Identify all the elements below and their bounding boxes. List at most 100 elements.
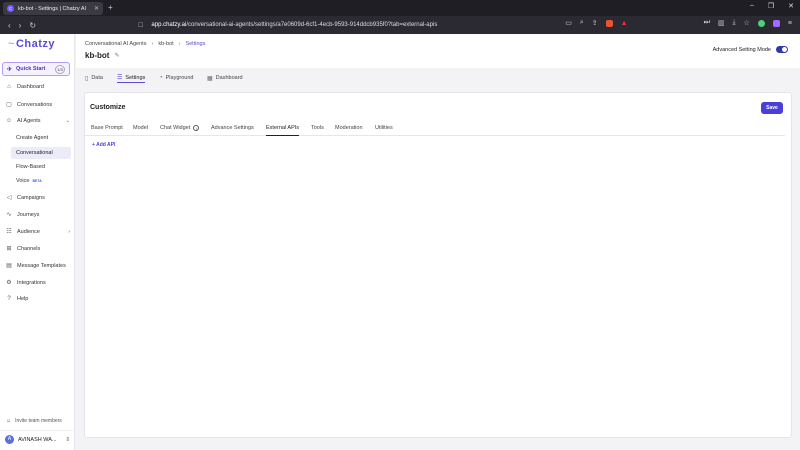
add-api-button[interactable]: + Add API (92, 142, 115, 148)
tab-label: Dashboard (215, 75, 243, 81)
logo-text: Chatzy (15, 38, 55, 50)
route-icon: ∿ (6, 212, 12, 218)
chevron-right-icon: › (68, 228, 70, 235)
close-tab-icon[interactable]: ✕ (94, 5, 99, 12)
url-path: /conversational-ai-agents/settings/a7e06… (186, 22, 438, 28)
sidebar-item-integrations[interactable]: ⚙ Integrations (5, 279, 70, 287)
tab-external-apis[interactable]: External APIs (266, 125, 300, 136)
tab-base-prompt[interactable]: Base Prompt (91, 125, 123, 136)
sidebar-subitem-voice[interactable]: Voice BETA (11, 175, 71, 187)
close-window-icon[interactable]: ✕ (788, 2, 794, 10)
sidebar-item-label: Conversations (17, 101, 53, 108)
sidebar-item-journeys[interactable]: ∿ Journeys (5, 211, 70, 219)
sidebar-subitem-label: Create Agent (16, 135, 49, 141)
breadcrumb-item[interactable]: Conversational AI Agents (85, 41, 146, 47)
sidebar-item-conversations[interactable]: ▢ Conversations (5, 101, 70, 109)
extension-purple-icon[interactable] (772, 19, 780, 27)
tab-utilities[interactable]: Utilities (375, 125, 393, 136)
tab-label: Model (133, 125, 148, 131)
save-button[interactable]: Save (761, 102, 783, 114)
bookmark-icon[interactable]: ☆ (744, 19, 750, 27)
minimize-icon[interactable]: – (750, 2, 754, 10)
info-icon[interactable]: i (193, 125, 200, 131)
rocket-icon: ✈ (7, 66, 13, 73)
page-title: kb-bot ✎ (85, 51, 119, 60)
card-title: Customize (90, 104, 126, 111)
chat-icon: ▢ (6, 102, 12, 108)
menu-icon[interactable]: ≡ (788, 20, 792, 27)
breadcrumb-current: Settings (185, 41, 206, 47)
customize-tabs: Base Prompt Model Chat Widget i Advance S… (85, 123, 785, 136)
sidebar-item-campaigns[interactable]: ◁ Campaigns (5, 194, 70, 202)
sidebar-item-label: Campaigns (17, 194, 45, 201)
download-icon[interactable]: ⤓ (733, 19, 736, 27)
sidebar-subitem-create-agent[interactable]: Create Agent (11, 132, 71, 144)
invite-team-members-link[interactable]: ☺ Invite team members (6, 418, 62, 424)
tab-label: Moderation (335, 125, 363, 131)
beta-badge: BETA (32, 179, 42, 183)
quick-start-button[interactable]: ✈ Quick Start 1/3 (2, 62, 70, 76)
tab-label: Playground (165, 75, 194, 81)
breadcrumb-item[interactable]: kb-bot (158, 41, 173, 47)
users-icon: ☷ (6, 229, 12, 235)
page-info-icon[interactable]: ☐ (138, 22, 143, 29)
advanced-mode-toggle[interactable] (776, 46, 788, 53)
bot-icon: ☺ (5, 118, 13, 124)
sidebar-item-audience[interactable]: ☷ Audience › (5, 228, 70, 236)
address-bar[interactable]: ☐ app.chatzy.ai /conversational-ai-agent… (138, 18, 608, 32)
bot-name: kb-bot (85, 51, 110, 60)
customize-card: Customize Save Base Prompt Model Chat Wi… (84, 92, 792, 438)
tab-dashboard[interactable]: ▦ Dashboard (207, 73, 243, 83)
sidebar-subitem-flow-based[interactable]: Flow-Based (11, 161, 71, 173)
reader-view-icon[interactable]: ▭ (565, 19, 572, 27)
extension-icon[interactable] (605, 19, 613, 27)
megaphone-icon: ◁ (6, 195, 12, 201)
tab-label: Data (91, 75, 103, 81)
database-icon: ▯ (85, 75, 89, 82)
tab-chat-widget[interactable]: Chat Widget i (160, 125, 200, 136)
breadcrumb: Conversational AI Agents › kb-bot › Sett… (85, 41, 205, 47)
forward-icon[interactable]: › (19, 21, 22, 30)
browser-tab-bar: C kb-bot - Settings | Chatzy AI ✕ + – ❐ … (0, 0, 800, 16)
sidebar-subitem-label: Conversational (16, 150, 53, 156)
tab-advance-settings[interactable]: Advance Settings (211, 125, 254, 136)
user-menu[interactable]: A AVINASH WA... ⇕ (0, 430, 75, 448)
url-host: app.chatzy.ai (151, 22, 187, 28)
sidebar-item-channels[interactable]: ⊞ Channels (5, 245, 70, 253)
tab-data[interactable]: ▯ Data (85, 73, 103, 83)
tab-moderation[interactable]: Moderation (335, 125, 363, 136)
sidebar-item-message-templates[interactable]: ▤ Message Templates (5, 262, 70, 270)
sidebar-item-help[interactable]: ? Help (5, 296, 70, 302)
reload-icon[interactable]: ↻ (29, 21, 36, 30)
tab-label: External APIs (266, 125, 300, 131)
chevron-right-icon: › (178, 41, 181, 47)
tab-tools[interactable]: Tools (311, 125, 324, 136)
browser-tab[interactable]: C kb-bot - Settings | Chatzy AI ✕ (3, 2, 103, 15)
media-icon[interactable]: ⏭ (704, 19, 710, 27)
maximize-icon[interactable]: ❐ (768, 2, 774, 10)
logo-mark-icon: ~ (8, 38, 15, 50)
sidebar-item-label: Dashboard (17, 84, 44, 90)
new-tab-icon[interactable]: + (108, 3, 113, 12)
sidebar-toggle-icon[interactable]: ▥ (718, 19, 725, 27)
playground-icon: ◔ (159, 75, 163, 81)
sidebar-item-dashboard[interactable]: ⌂ Dashboard (5, 84, 70, 90)
zoom-icon[interactable]: ⌕ (580, 19, 584, 27)
tab-label: Chat Widget (160, 125, 191, 131)
help-icon: ? (7, 296, 11, 302)
sidebar-subitem-conversational[interactable]: Conversational (11, 147, 71, 159)
sidebar-item-label: Audience (17, 228, 40, 235)
chatzy-logo[interactable]: ~Chatzy (8, 38, 55, 50)
tab-settings[interactable]: ☰ Settings (117, 73, 146, 83)
sidebar-item-ai-agents[interactable]: ☺ AI Agents ⌄ (5, 118, 70, 124)
chatzy-favicon-icon: C (7, 5, 14, 12)
sidebar: ~Chatzy ✈ Quick Start 1/3 ⌂ Dashboard ▢ … (0, 34, 75, 450)
edit-pencil-icon[interactable]: ✎ (114, 52, 119, 59)
sidebar-item-label: Channels (17, 245, 41, 252)
profile-icon[interactable] (757, 19, 765, 27)
tab-model[interactable]: Model (133, 125, 148, 136)
warning-icon[interactable]: ▲ (621, 20, 628, 27)
tab-playground[interactable]: ◔ Playground (159, 73, 193, 83)
share-icon[interactable]: ⇪ (592, 19, 598, 27)
back-icon[interactable]: ‹ (8, 21, 11, 30)
